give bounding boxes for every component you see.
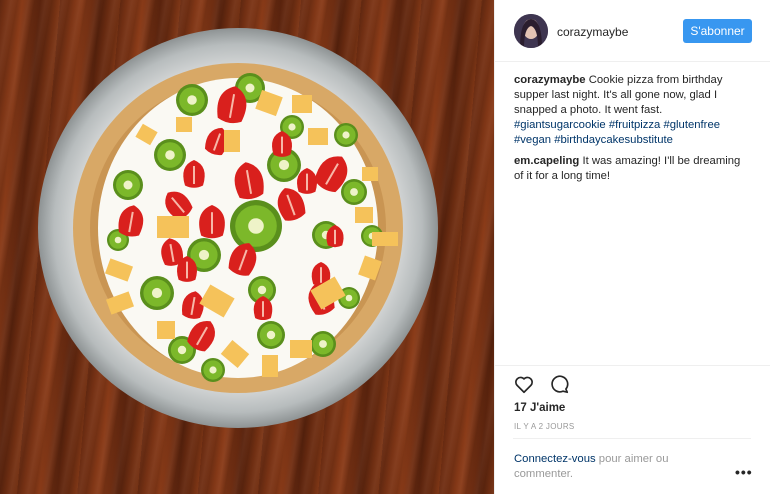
comment-username[interactable]: em.capeling — [514, 155, 579, 167]
kiwi-slice — [201, 358, 225, 382]
caption-username[interactable]: corazymaybe — [514, 74, 586, 86]
login-prompt: Connectez-vous pour aimer ou commenter. — [514, 452, 714, 482]
post-timestamp: IL Y A 2 JOURS — [514, 422, 575, 431]
avatar[interactable] — [514, 14, 548, 48]
melon-piece — [362, 167, 378, 181]
login-link[interactable]: Connectez-vous — [514, 453, 596, 465]
follow-button[interactable]: S'abonner — [683, 19, 752, 43]
heart-icon[interactable] — [513, 373, 535, 395]
kiwi-slice — [113, 170, 143, 200]
kiwi-slice — [176, 84, 208, 116]
melon-piece — [176, 117, 192, 132]
hashtag[interactable]: #birthdaycakesubstitute — [554, 134, 673, 146]
melon-piece — [224, 130, 240, 152]
comment-icon[interactable] — [548, 373, 570, 395]
actions-divider — [495, 365, 770, 375]
post-username[interactable]: corazymaybe — [557, 25, 628, 39]
comments-list: corazymaybe Cookie pizza from birthday s… — [514, 73, 752, 190]
kiwi-slice — [140, 276, 174, 310]
kiwi-slice — [257, 321, 285, 349]
hashtag[interactable]: #fruitpizza — [609, 119, 661, 131]
kiwi-slice — [154, 139, 186, 171]
melon-piece — [372, 232, 398, 246]
hashtag[interactable]: #giantsugarcookie — [514, 119, 606, 131]
kiwi-slice — [334, 123, 358, 147]
comment-item: em.capeling It was amazing! I'll be drea… — [514, 154, 752, 184]
likes-count[interactable]: 17 J'aime — [514, 402, 565, 414]
divider — [513, 438, 751, 439]
melon-piece — [292, 95, 312, 113]
kiwi-slice — [310, 331, 336, 357]
post-side-panel: corazymaybe S'abonner corazymaybe Cookie… — [494, 0, 770, 494]
caption: corazymaybe Cookie pizza from birthday s… — [514, 73, 752, 148]
melon-piece — [157, 321, 175, 339]
kiwi-slice — [341, 179, 367, 205]
fruit-pizza-image — [38, 28, 438, 428]
melon-piece — [157, 216, 189, 238]
kiwi-slice — [230, 200, 282, 252]
post-photo — [0, 0, 494, 494]
hashtag[interactable]: #vegan — [514, 134, 551, 146]
hashtag[interactable]: #glutenfree — [663, 119, 720, 131]
post-header: corazymaybe S'abonner — [495, 0, 770, 62]
more-options-icon[interactable]: ••• — [735, 464, 753, 480]
melon-piece — [308, 128, 328, 145]
melon-piece — [262, 355, 278, 377]
melon-piece — [290, 340, 312, 358]
melon-piece — [355, 207, 373, 223]
